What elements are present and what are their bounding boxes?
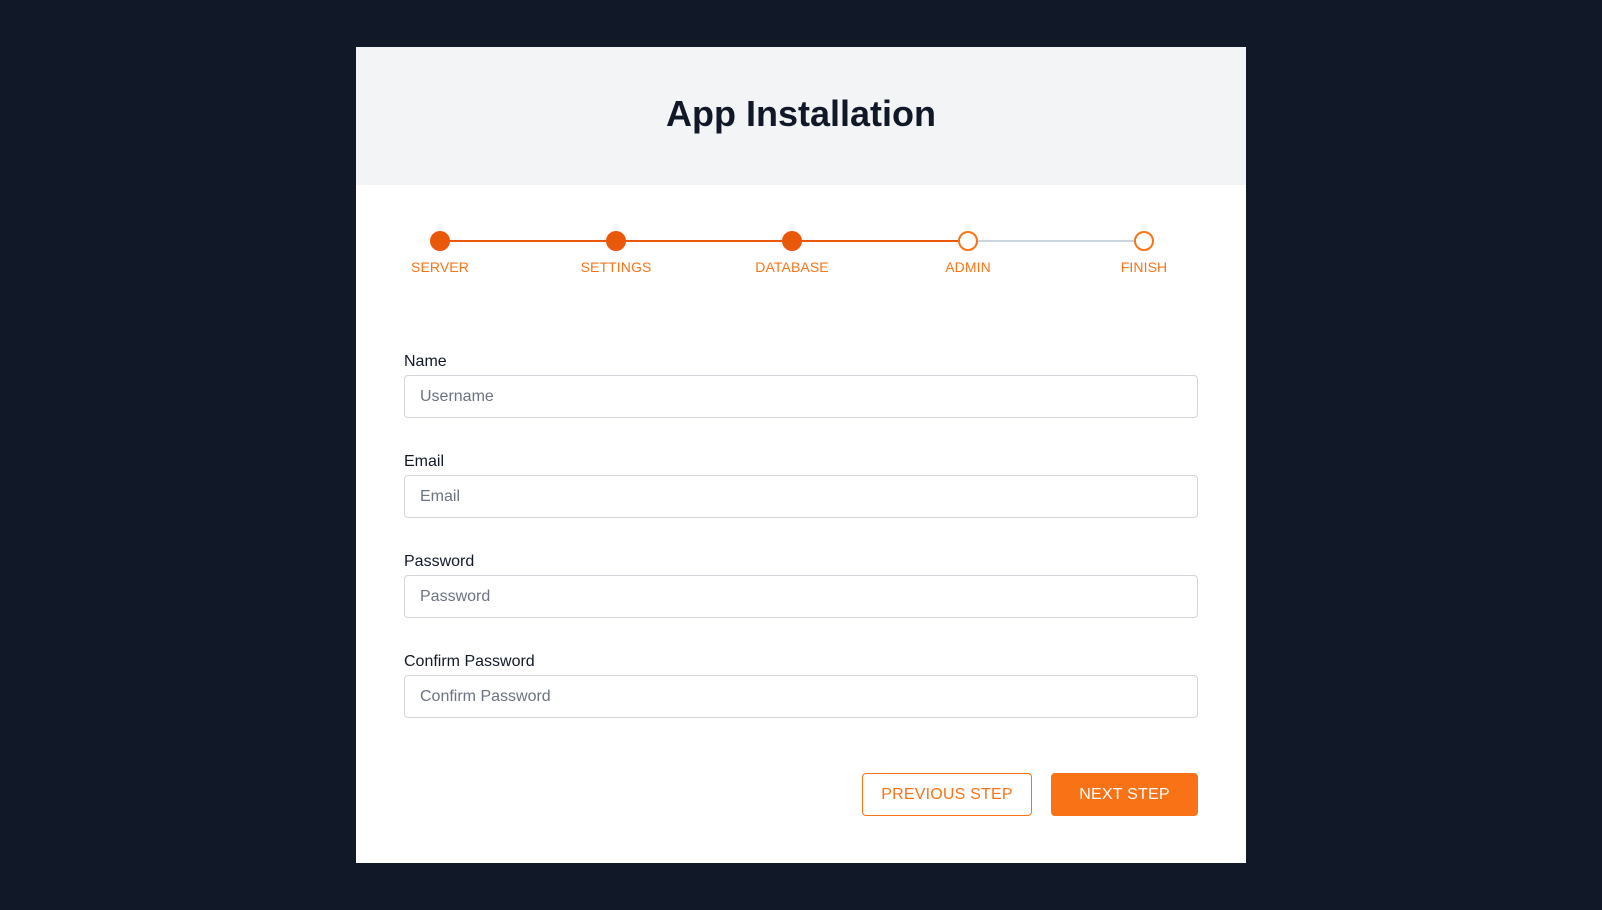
step-dot-server bbox=[430, 231, 450, 251]
step-label-finish: FINISH bbox=[1120, 259, 1168, 275]
confirm-password-label: Confirm Password bbox=[404, 653, 535, 670]
step-connector bbox=[616, 240, 792, 242]
step-connector bbox=[440, 240, 616, 242]
card-header: App Installation bbox=[356, 47, 1246, 185]
step-dot-finish bbox=[1134, 231, 1154, 251]
step-label-database: DATABASE bbox=[755, 259, 829, 275]
page-title: App Installation bbox=[666, 93, 936, 134]
name-label: Name bbox=[404, 353, 447, 370]
installation-card: App Installation SERVER SETTINGS DATABAS… bbox=[356, 47, 1246, 863]
confirm-password-field-group: Confirm Password bbox=[404, 652, 1198, 752]
step-connector bbox=[792, 240, 968, 242]
email-field-group: Email bbox=[404, 452, 1198, 552]
username-input[interactable] bbox=[404, 375, 1198, 418]
step-dot-admin bbox=[958, 231, 978, 251]
step-label-settings: SETTINGS bbox=[580, 259, 652, 275]
step-label-admin: ADMIN bbox=[945, 259, 991, 275]
password-input[interactable] bbox=[404, 575, 1198, 618]
admin-form: Name Email Password Confirm Password bbox=[404, 352, 1198, 752]
step-dot-database bbox=[782, 231, 802, 251]
confirm-password-input[interactable] bbox=[404, 675, 1198, 718]
next-step-button[interactable]: NEXT STEP bbox=[1051, 773, 1198, 816]
password-label: Password bbox=[404, 553, 475, 570]
email-label: Email bbox=[404, 453, 445, 470]
previous-step-button[interactable]: PREVIOUS STEP bbox=[862, 773, 1032, 816]
step-connector bbox=[968, 240, 1144, 242]
form-actions: PREVIOUS STEP NEXT STEP bbox=[862, 773, 1198, 816]
email-input[interactable] bbox=[404, 475, 1198, 518]
progress-stepper: SERVER SETTINGS DATABASE ADMIN FINISH bbox=[356, 185, 1246, 315]
step-dot-settings bbox=[606, 231, 626, 251]
password-field-group: Password bbox=[404, 552, 1198, 652]
step-label-server: SERVER bbox=[411, 259, 469, 275]
name-field-group: Name bbox=[404, 352, 1198, 452]
